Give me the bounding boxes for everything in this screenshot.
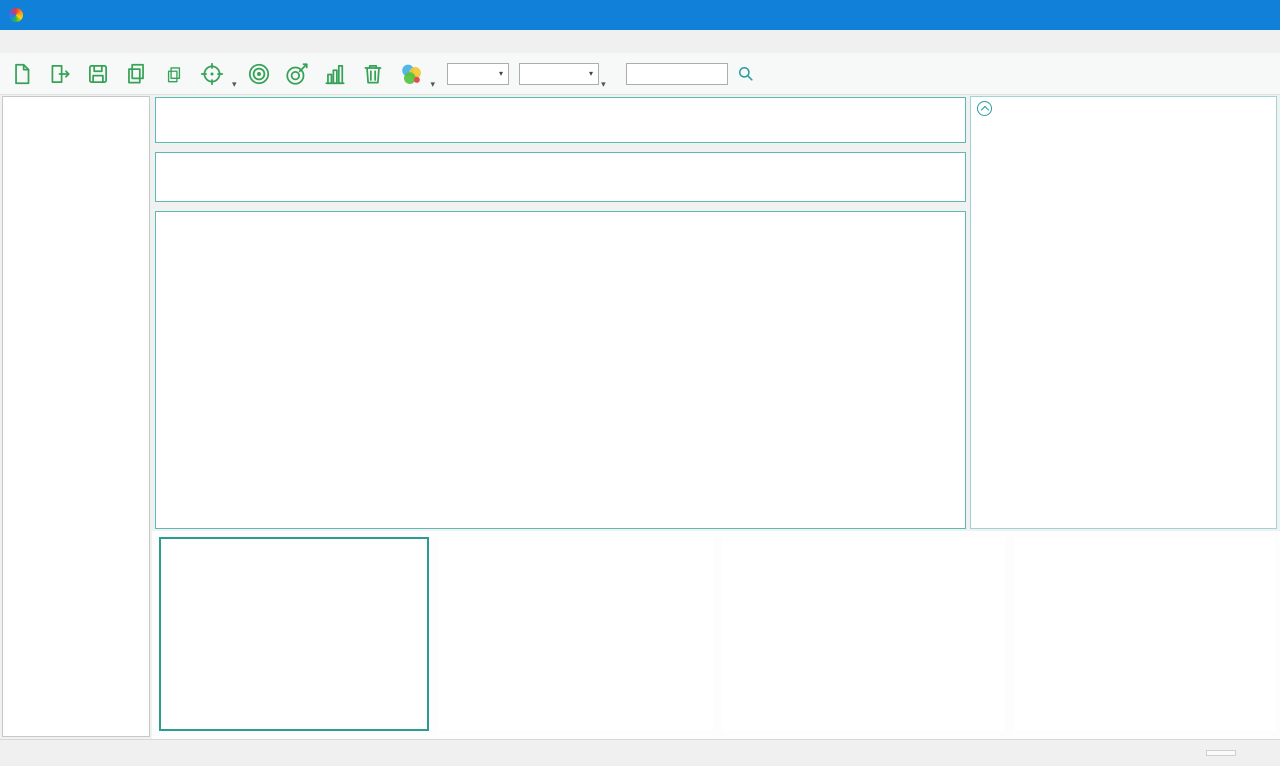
sample-measure-button[interactable] [279, 55, 315, 93]
sidebar-tree [2, 96, 150, 737]
sci-mode-select[interactable] [447, 63, 509, 85]
auto-button[interactable] [1206, 750, 1236, 756]
save-icon [85, 61, 111, 87]
color-difference-panel [970, 96, 1277, 529]
window-controls [1142, 0, 1280, 30]
target-icon [199, 61, 225, 87]
menu-bar [0, 30, 1280, 53]
export-icon [47, 61, 73, 87]
search-input[interactable] [626, 63, 728, 85]
panel-header [971, 97, 1276, 119]
concentric-circles-icon [246, 61, 272, 87]
color-diagram-chart[interactable] [1014, 537, 1275, 731]
illuminant-select[interactable] [519, 63, 599, 85]
content-area [152, 95, 1280, 739]
export-button[interactable] [42, 55, 78, 93]
main-area [0, 95, 1280, 739]
standard-table [155, 152, 966, 202]
toolbar [0, 53, 1280, 95]
copy-icon [123, 61, 149, 87]
status-bar [0, 739, 1280, 766]
collapse-panel-icon[interactable] [977, 101, 992, 116]
copy-button[interactable] [118, 55, 154, 93]
standard-measure-button[interactable] [194, 55, 230, 93]
delta-e-chart[interactable] [438, 537, 713, 731]
color-palette-button[interactable] [393, 55, 429, 93]
copy-word-button[interactable] [156, 55, 192, 93]
bar-chart-icon [322, 61, 348, 87]
scatter-chart[interactable] [159, 537, 429, 731]
dropdown-arrow-icon[interactable] [431, 79, 436, 90]
close-button[interactable] [1234, 0, 1280, 30]
tables-area [152, 95, 970, 531]
samples-table [155, 211, 966, 529]
spectral-chart[interactable] [722, 537, 1005, 731]
save-button[interactable] [80, 55, 116, 93]
dropdown-arrow-icon[interactable] [232, 79, 237, 90]
app-icon [9, 8, 23, 22]
copy-word-icon [163, 65, 185, 85]
charts-row [152, 531, 1280, 739]
delete-button[interactable] [355, 55, 391, 93]
title-bar [0, 0, 1280, 30]
palette-icon [397, 60, 425, 88]
chevron-down-icon [589, 69, 593, 78]
minimize-button[interactable] [1142, 0, 1188, 30]
dropdown-arrow-icon[interactable] [601, 79, 606, 90]
calibration-button[interactable] [241, 55, 277, 93]
trash-icon [360, 61, 386, 87]
maximize-button[interactable] [1188, 0, 1234, 30]
panel-body [971, 119, 1276, 155]
chevron-down-icon [499, 69, 503, 78]
app-window [0, 0, 1280, 766]
new-document-button[interactable] [4, 55, 40, 93]
chart-button[interactable] [317, 55, 353, 93]
measure-target-icon [284, 61, 310, 87]
search-icon[interactable] [736, 64, 756, 84]
new-document-icon [9, 61, 35, 87]
tolerance-table [155, 97, 966, 143]
